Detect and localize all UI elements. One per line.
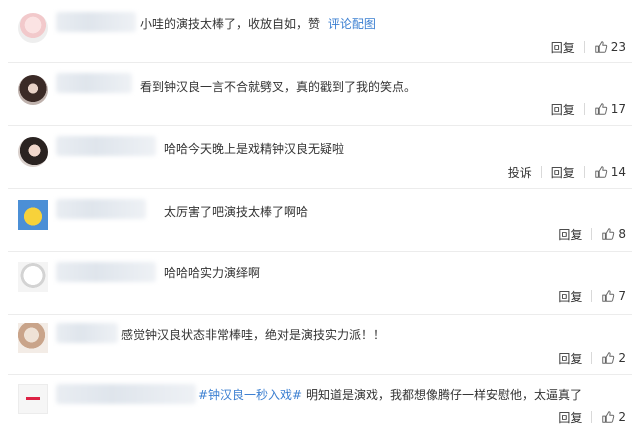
avatar[interactable] xyxy=(18,137,48,167)
comment-item: 太厉害了吧演技太棒了啊哈 回复 8 xyxy=(0,189,640,251)
thumbs-up-icon xyxy=(602,228,615,240)
comment-text: 哈哈哈实力演绎啊 xyxy=(164,264,260,281)
comment-item: 小哇的演技太棒了，收放自如，赞 评论配图 回复 23 xyxy=(0,0,640,62)
like-count: 23 xyxy=(610,40,626,54)
comment-actions: 回复 17 xyxy=(551,100,626,118)
comment-item: 哈哈哈实力演绎啊 回复 7 xyxy=(0,252,640,314)
like-button[interactable]: 23 xyxy=(594,40,626,54)
comment-actions: 回复 2 xyxy=(558,349,626,367)
thumbs-up-icon xyxy=(602,290,615,302)
thumbs-up-icon xyxy=(594,103,607,115)
like-button[interactable]: 2 xyxy=(601,351,626,365)
divider xyxy=(583,166,585,178)
like-count: 2 xyxy=(618,351,626,365)
username-blurred xyxy=(56,384,196,404)
comment-actions: 回复 23 xyxy=(551,38,626,56)
comment-body: 看到钟汉良一言不合就劈叉，真的戳到了我的笑点。 xyxy=(140,80,417,94)
username-blurred xyxy=(56,73,132,93)
like-button[interactable]: 8 xyxy=(601,227,626,241)
comment-text: 哈哈今天晚上是戏精钟汉良无疑啦 xyxy=(164,140,344,157)
reply-button[interactable]: 回复 xyxy=(558,350,582,367)
divider xyxy=(591,290,593,302)
comment-text: 感觉钟汉良状态非常棒哇，绝对是演技实力派！！ xyxy=(121,326,385,343)
like-count: 14 xyxy=(610,165,626,179)
like-button[interactable]: 7 xyxy=(601,289,626,303)
comment-item: #钟汉良一秒入戏# 明知道是演戏，我都想像腾仔一样安慰他，太逼真了 回复 2 xyxy=(0,375,640,437)
comment-body: 哈哈哈实力演绎啊 xyxy=(164,266,261,280)
avatar[interactable] xyxy=(18,323,48,353)
comment-body: 太厉害了吧演技太棒了啊哈 xyxy=(164,205,309,219)
comment-body: 哈哈今天晚上是戏精钟汉良无疑啦 xyxy=(164,142,345,156)
username-blurred xyxy=(56,199,146,219)
avatar[interactable] xyxy=(18,75,48,105)
avatar[interactable] xyxy=(18,262,48,292)
comment-text: #钟汉良一秒入戏# 明知道是演戏，我都想像腾仔一样安慰他，太逼真了 xyxy=(198,386,582,403)
divider xyxy=(591,228,593,240)
comment-list: 小哇的演技太棒了，收放自如，赞 评论配图 回复 23 看到钟汉良一言不合就劈叉，… xyxy=(0,0,640,437)
comment-actions: 回复 7 xyxy=(558,287,626,305)
like-button[interactable]: 2 xyxy=(601,410,626,424)
comment-actions: 回复 2 xyxy=(558,408,626,426)
reply-button[interactable]: 回复 xyxy=(558,288,582,305)
divider xyxy=(583,41,585,53)
reply-button[interactable]: 回复 xyxy=(558,409,582,426)
divider xyxy=(591,352,593,364)
like-count: 7 xyxy=(618,289,626,303)
comment-body: 明知道是演戏，我都想像腾仔一样安慰他，太逼真了 xyxy=(305,388,582,402)
comment-image-link[interactable]: 评论配图 xyxy=(328,17,376,31)
comment-text: 看到钟汉良一言不合就劈叉，真的戳到了我的笑点。 xyxy=(140,78,416,95)
divider xyxy=(583,103,585,115)
comment-body: 感觉钟汉良状态非常棒哇，绝对是演技实力派！！ xyxy=(121,328,386,342)
comment-actions: 投诉 回复 14 xyxy=(508,163,626,181)
topic-tag[interactable]: #钟汉良一秒入戏# xyxy=(198,388,302,402)
comment-body: 小哇的演技太棒了，收放自如，赞 xyxy=(140,17,321,31)
username-blurred xyxy=(56,323,118,343)
reply-button[interactable]: 回复 xyxy=(551,164,575,181)
reply-button[interactable]: 回复 xyxy=(558,226,582,243)
reply-button[interactable]: 回复 xyxy=(551,39,575,56)
thumbs-up-icon xyxy=(602,411,615,423)
thumbs-up-icon xyxy=(602,352,615,364)
username-blurred xyxy=(56,262,156,282)
avatar[interactable] xyxy=(18,13,48,43)
comment-actions: 回复 8 xyxy=(558,225,626,243)
reply-button[interactable]: 回复 xyxy=(551,101,575,118)
divider xyxy=(591,411,593,423)
like-count: 2 xyxy=(618,410,626,424)
like-count: 8 xyxy=(618,227,626,241)
comment-item: 哈哈今天晚上是戏精钟汉良无疑啦 投诉 回复 14 xyxy=(0,126,640,188)
thumbs-up-icon xyxy=(594,41,607,53)
thumbs-up-icon xyxy=(594,166,607,178)
comment-text: 小哇的演技太棒了，收放自如，赞 评论配图 xyxy=(140,15,376,32)
like-count: 17 xyxy=(610,102,626,116)
comment-item: 感觉钟汉良状态非常棒哇，绝对是演技实力派！！ 回复 2 xyxy=(0,315,640,377)
username-blurred xyxy=(56,136,156,156)
username-blurred xyxy=(56,12,136,32)
divider xyxy=(540,166,542,178)
report-button[interactable]: 投诉 xyxy=(508,164,532,181)
avatar[interactable] xyxy=(18,200,48,230)
like-button[interactable]: 14 xyxy=(594,165,626,179)
like-button[interactable]: 17 xyxy=(594,102,626,116)
comment-item: 看到钟汉良一言不合就劈叉，真的戳到了我的笑点。 回复 17 xyxy=(0,63,640,125)
avatar[interactable] xyxy=(18,384,48,414)
comment-text: 太厉害了吧演技太棒了啊哈 xyxy=(164,203,308,220)
